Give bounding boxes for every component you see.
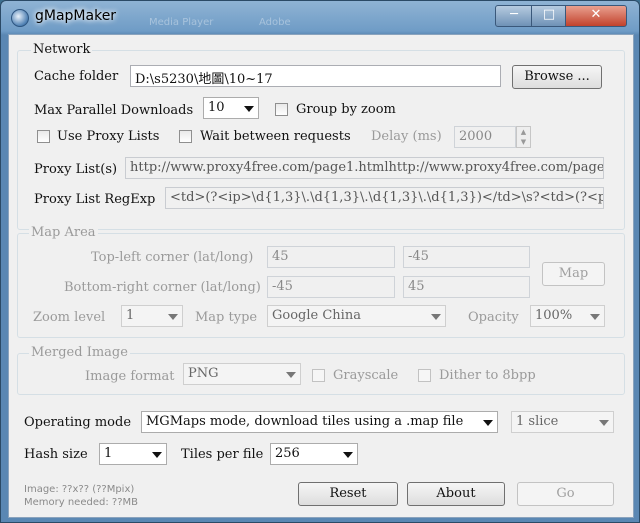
zoom-level-select[interactable]: 1 <box>121 305 183 327</box>
opacity-label: Opacity <box>468 310 519 325</box>
proxy-lists-input[interactable]: http://www.proxy4free.com/page1.htmlhttp… <box>125 157 604 179</box>
chevron-down-icon <box>590 314 600 320</box>
tiles-per-file-value: 256 <box>275 446 300 461</box>
reset-button[interactable]: Reset <box>298 482 398 506</box>
top-left-lat-input[interactable]: 45 <box>267 246 395 268</box>
wait-between-label: Wait between requests <box>200 129 351 144</box>
proxy-lists-label: Proxy List(s) <box>34 162 118 177</box>
map-area-group-title: Map Area <box>29 225 98 240</box>
close-icon: ✕ <box>590 7 602 22</box>
operating-mode-value: MGMaps mode, download tiles using a .map… <box>146 414 464 429</box>
cache-folder-input[interactable]: D:\s5230\地圖\10~17 <box>130 65 501 87</box>
chevron-down-icon <box>599 420 609 426</box>
max-parallel-value: 10 <box>208 100 225 115</box>
globe-icon <box>11 9 29 27</box>
tiles-per-file-select[interactable]: 256 <box>270 443 358 465</box>
close-button[interactable]: ✕ <box>565 5 627 27</box>
chevron-down-icon <box>168 314 178 320</box>
chevron-down-icon <box>244 106 254 112</box>
map-type-label: Map type <box>195 310 258 325</box>
proxy-regexp-input[interactable]: <td>(?<ip>\d{1,3}\.\d{1,3}\.\d{1,3}\.\d{… <box>165 187 604 209</box>
client-area: Network Cache folder D:\s5230\地圖\10~17 B… <box>8 34 634 518</box>
max-parallel-select[interactable]: 10 <box>203 97 259 119</box>
delay-spinner[interactable]: ▲ ▼ <box>516 126 531 148</box>
opacity-value: 100% <box>535 308 573 323</box>
wait-between-checkbox[interactable] <box>179 130 192 143</box>
chevron-down-icon <box>286 372 296 378</box>
delay-label: Delay (ms) <box>371 129 442 144</box>
group-by-zoom-label: Group by zoom <box>296 102 396 117</box>
top-left-long-input[interactable]: -45 <box>403 246 530 268</box>
map-button[interactable]: Map <box>542 262 605 286</box>
image-format-select[interactable]: PNG <box>183 363 301 385</box>
slice-select[interactable]: 1 slice <box>511 411 614 433</box>
background-label: Media Player <box>149 17 214 28</box>
group-by-zoom-checkbox[interactable] <box>275 103 288 116</box>
map-type-select[interactable]: Google China <box>267 305 446 327</box>
slice-value: 1 slice <box>516 414 559 429</box>
delay-input[interactable]: 2000 <box>454 126 516 148</box>
minimize-button[interactable]: ─ <box>495 5 533 27</box>
hash-size-label: Hash size <box>24 447 88 462</box>
memory-info-text: Memory needed: ??MB <box>24 497 138 508</box>
proxy-regexp-label: Proxy List RegExp <box>34 192 156 207</box>
operating-mode-select[interactable]: MGMaps mode, download tiles using a .map… <box>141 411 498 433</box>
spin-up-icon: ▲ <box>520 128 527 136</box>
zoom-level-label: Zoom level <box>33 310 106 325</box>
image-format-label: Image format <box>85 369 175 384</box>
use-proxy-checkbox[interactable] <box>37 130 50 143</box>
dither-label: Dither to 8bpp <box>439 368 536 383</box>
minimize-icon: ─ <box>510 7 518 22</box>
grayscale-label: Grayscale <box>333 368 399 383</box>
chevron-down-icon <box>483 420 493 426</box>
maximize-icon: □ <box>542 7 556 22</box>
grayscale-checkbox[interactable] <box>312 369 325 382</box>
bottom-right-label: Bottom-right corner (lat/long) <box>64 280 261 295</box>
chevron-down-icon <box>152 452 162 458</box>
bottom-right-long-input[interactable]: 45 <box>403 276 530 298</box>
bottom-right-lat-input[interactable]: -45 <box>267 276 395 298</box>
app-window: gMapMaker Media Player Adobe ─ □ ✕ Netwo… <box>0 0 640 523</box>
use-proxy-label: Use Proxy Lists <box>57 129 160 144</box>
title-bar[interactable]: gMapMaker Media Player Adobe ─ □ ✕ <box>1 1 639 33</box>
top-left-label: Top-left corner (lat/long) <box>91 250 254 265</box>
image-info-text: Image: ??x?? (??Mpix) <box>24 484 135 495</box>
max-parallel-label: Max Parallel Downloads <box>34 103 194 118</box>
tiles-per-file-label: Tiles per file <box>181 447 264 462</box>
maximize-button[interactable]: □ <box>531 5 567 27</box>
dither-checkbox[interactable] <box>418 369 431 382</box>
background-label: Adobe <box>259 17 291 28</box>
hash-size-value: 1 <box>104 446 113 461</box>
merged-image-group-title: Merged Image <box>29 345 130 360</box>
zoom-level-value: 1 <box>126 308 135 323</box>
map-type-value: Google China <box>272 308 361 323</box>
operating-mode-label: Operating mode <box>24 415 132 430</box>
browse-button[interactable]: Browse ... <box>512 65 602 89</box>
hash-size-select[interactable]: 1 <box>99 443 167 465</box>
cache-folder-label: Cache folder <box>34 69 119 84</box>
network-group-title: Network <box>31 42 93 57</box>
about-button[interactable]: About <box>407 482 505 506</box>
opacity-select[interactable]: 100% <box>530 305 605 327</box>
window-title: gMapMaker <box>35 8 117 24</box>
spin-down-icon: ▼ <box>520 138 527 146</box>
image-format-value: PNG <box>188 366 219 381</box>
go-button[interactable]: Go <box>517 482 614 506</box>
chevron-down-icon <box>431 314 441 320</box>
chevron-down-icon <box>343 452 353 458</box>
